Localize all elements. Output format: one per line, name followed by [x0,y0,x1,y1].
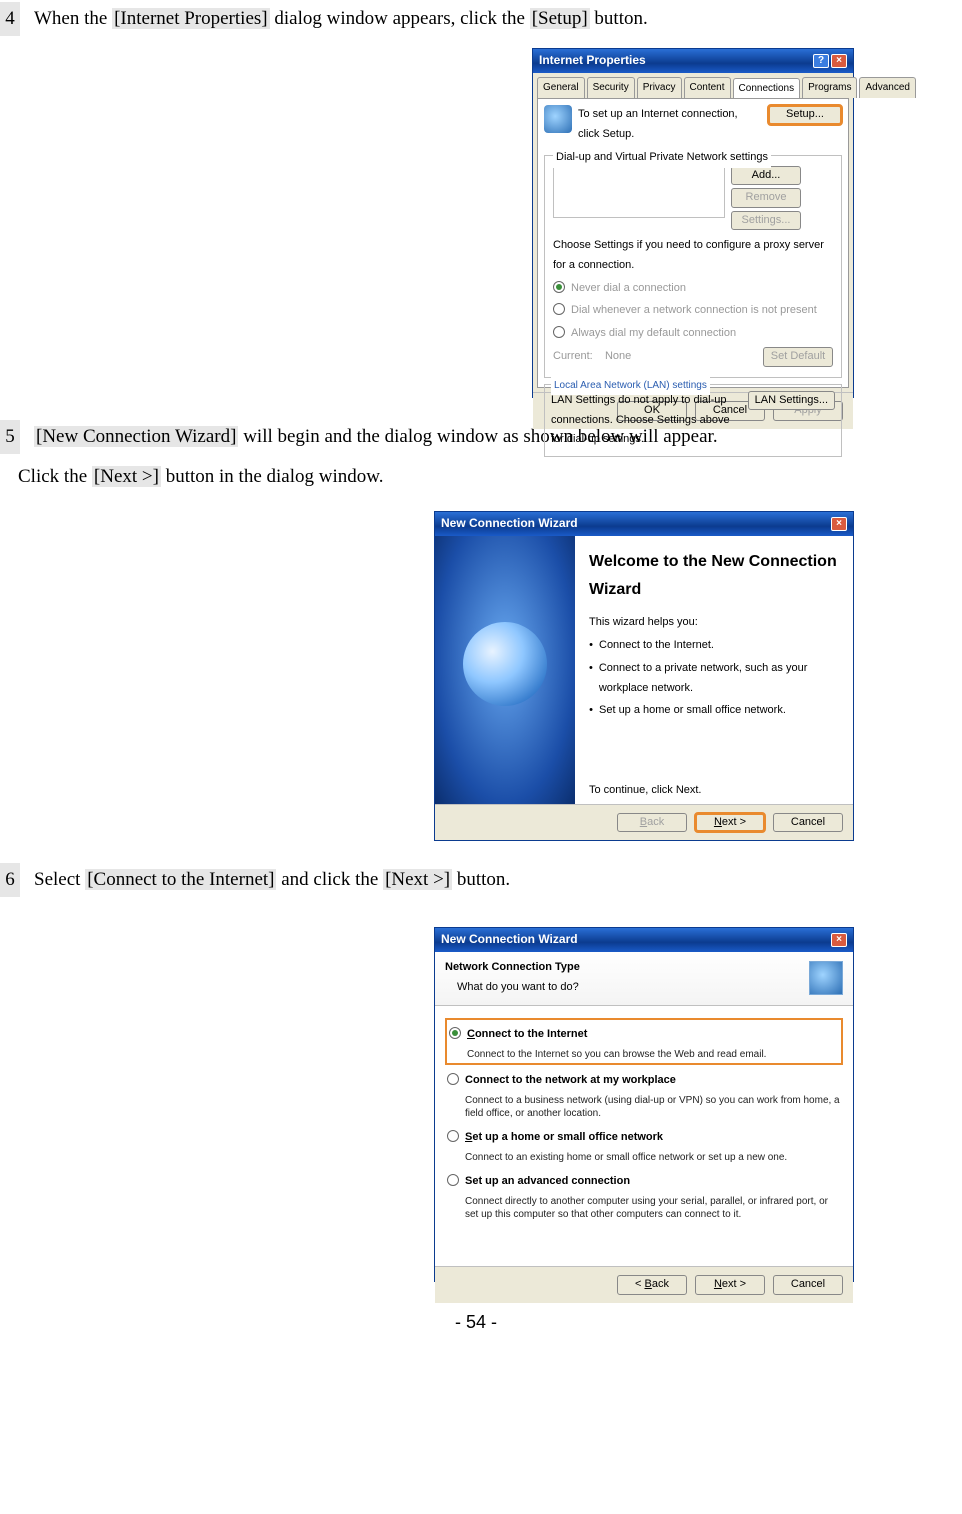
tab-content[interactable]: Content [684,77,731,98]
settings-button: Settings... [731,211,801,230]
wizard-heading: Welcome to the New Connection Wizard [589,548,839,606]
step-5-text-2: Click the [Next >] button in the dialog … [18,460,952,494]
connection-icon [544,105,572,133]
vpn-list[interactable] [553,166,725,218]
step-5: 5 [New Connection Wizard] will begin and… [0,420,952,840]
vpn-legend: Dial-up and Virtual Private Network sett… [553,148,771,168]
dialog-title: New Connection Wizard [441,929,578,951]
help-button[interactable]: ? [813,54,829,68]
tab-programs[interactable]: Programs [802,77,857,98]
option-home-office[interactable]: Set up a home or small office network Co… [447,1128,841,1164]
page-heading: Network Connection Type [445,958,580,978]
radio-workplace[interactable] [447,1073,459,1085]
back-button: Back [617,813,687,832]
lan-settings-button[interactable]: LAN Settings... [748,391,835,410]
ui-ref-setup: [Setup] [530,8,590,29]
option-workplace[interactable]: Connect to the network at my workplace C… [447,1071,841,1120]
setup-text: To set up an Internet connection, click … [578,105,762,145]
dialog-title: Internet Properties [539,50,646,72]
step-4-num: 4 [0,2,20,36]
ui-ref-next: [Next >] [92,466,161,487]
ui-ref-connect-internet: [Connect to the Internet] [85,869,276,890]
tabs: General Security Privacy Content Connect… [533,73,853,98]
lan-text: LAN Settings do not apply to dial-up con… [551,391,742,450]
tab-security[interactable]: Security [587,77,635,98]
tab-connections[interactable]: Connections [733,78,801,99]
radio-home-office[interactable] [447,1130,459,1142]
add-button[interactable]: Add... [731,166,801,185]
step-4: 4 When the [Internet Properties] dialog … [0,2,952,398]
wizard-helps: This wizard helps you: [589,613,839,633]
radio-advanced[interactable] [447,1174,459,1186]
dialog-title: New Connection Wizard [441,513,578,535]
tab-advanced[interactable]: Advanced [859,77,915,98]
radio-whenever[interactable] [553,303,565,315]
wizard-continue-text: To continue, click Next. [589,781,839,801]
lan-legend: Local Area Network (LAN) settings [551,377,710,395]
close-button[interactable]: × [831,54,847,68]
step-6-text: Select [Connect to the Internet] and cli… [34,863,952,897]
remove-button: Remove [731,188,801,207]
close-button[interactable]: × [831,933,847,947]
internet-properties-dialog: Internet Properties ? × General Security… [532,48,854,398]
close-button[interactable]: × [831,517,847,531]
set-default-button: Set Default [763,347,833,366]
radio-connect-internet[interactable] [449,1027,461,1039]
option-advanced[interactable]: Set up an advanced connection Connect di… [447,1172,841,1221]
ui-ref-internet-properties: [Internet Properties] [112,8,270,29]
option-connect-internet[interactable]: Connect to the Internet Connect to the I… [447,1020,841,1063]
new-connection-wizard-type: New Connection Wizard × Network Connecti… [434,927,854,1282]
back-button[interactable]: < Back [617,1275,687,1294]
cancel-button[interactable]: Cancel [773,813,843,832]
page-sub: What do you want to do? [457,978,580,998]
wizard-banner-image [435,536,575,804]
radio-never[interactable] [553,281,565,293]
proxy-text: Choose Settings if you need to configure… [553,236,833,276]
step-6-num: 6 [0,863,20,897]
cancel-button[interactable]: Cancel [773,1275,843,1294]
wizard-header-icon [809,961,843,995]
step-6: 6 Select [Connect to the Internet] and c… [0,863,952,1282]
next-button[interactable]: Next > [695,1275,765,1294]
step-4-text: When the [Internet Properties] dialog wi… [34,2,952,36]
new-connection-wizard-welcome: New Connection Wizard × Welcome to the N… [434,511,854,841]
next-button[interactable]: Next > [695,813,765,832]
tab-privacy[interactable]: Privacy [637,77,682,98]
step-5-num: 5 [0,420,20,454]
radio-always[interactable] [553,326,565,338]
setup-button[interactable]: Setup... [768,105,842,124]
ui-ref-next-2: [Next >] [383,869,452,890]
tab-general[interactable]: General [537,77,585,98]
ui-ref-new-conn-wizard: [New Connection Wizard] [34,426,238,447]
page-number: - 54 - [0,1306,952,1338]
